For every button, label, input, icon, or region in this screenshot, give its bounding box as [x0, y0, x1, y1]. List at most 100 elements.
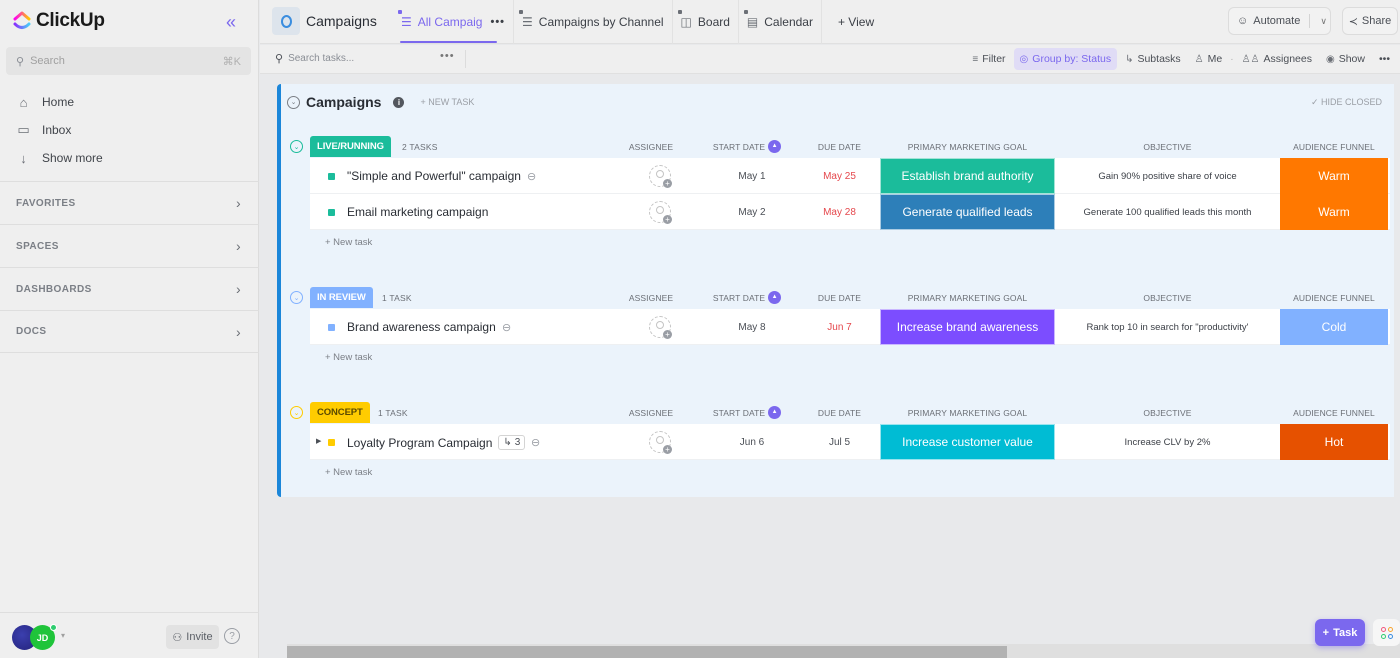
column-header-funnel[interactable]: AUDIENCE FUNNEL [1280, 142, 1388, 152]
new-task-button[interactable]: + New task [325, 352, 1394, 363]
collapse-group-icon[interactable]: ⌄ [290, 406, 303, 419]
task-row[interactable]: Email marketing campaign + May 2 May 28 … [310, 194, 1390, 230]
sidebar-section-favorites[interactable]: FAVORITES › [0, 181, 259, 224]
task-status-icon[interactable] [328, 209, 335, 216]
column-header-start-date[interactable]: START DATE ▲ [707, 290, 787, 304]
column-header-assignee[interactable]: ASSIGNEE [611, 408, 691, 418]
due-date[interactable]: Jun 7 [807, 309, 872, 345]
column-header-due-date[interactable]: DUE DATE [807, 293, 872, 303]
status-badge[interactable]: CONCEPT [310, 402, 370, 423]
marketing-goal-label[interactable]: Increase customer value [880, 424, 1055, 460]
column-header-assignee[interactable]: ASSIGNEE [611, 142, 691, 152]
sidebar-item-inbox[interactable]: ▭ Inbox [16, 116, 103, 144]
column-header-goal[interactable]: PRIMARY MARKETING GOAL [880, 293, 1055, 303]
chevron-down-icon[interactable]: ∨ [1320, 16, 1327, 27]
expand-subtasks-icon[interactable]: ▶ [316, 437, 321, 445]
sort-ascending-icon[interactable]: ▲ [768, 405, 782, 419]
audience-funnel-label[interactable]: Cold [1280, 309, 1388, 345]
tab-all-campaigns[interactable]: ☰ All Campaig ••• [393, 0, 515, 44]
tab-board[interactable]: ◫ Board [673, 0, 739, 44]
start-date[interactable]: May 8 [722, 309, 782, 345]
caret-down-icon[interactable]: ▾ [61, 631, 65, 640]
show-button[interactable]: ◉ Show [1320, 48, 1371, 70]
search-options-icon[interactable]: ••• [440, 50, 455, 62]
column-header-objective[interactable]: OBJECTIVE [1055, 142, 1280, 152]
task-name[interactable]: "Simple and Powerful" campaign ⊘ [347, 169, 539, 184]
collapse-list-icon[interactable]: ⌄ [287, 95, 300, 109]
status-badge[interactable]: LIVE/RUNNING [310, 136, 391, 157]
space-title[interactable]: Campaigns [306, 13, 377, 29]
me-filter-button[interactable]: ♙ Me [1189, 48, 1229, 70]
help-icon[interactable]: ? [224, 628, 240, 644]
apps-icon[interactable] [1373, 619, 1400, 646]
audience-funnel-label[interactable]: Warm [1280, 194, 1388, 230]
start-date[interactable]: May 1 [722, 158, 782, 194]
audience-funnel-label[interactable]: Warm [1280, 158, 1388, 194]
filter-button[interactable]: ≡ Filter [966, 48, 1011, 70]
sort-ascending-icon[interactable]: ▲ [768, 139, 782, 153]
space-icon[interactable] [272, 7, 300, 35]
sidebar-search[interactable]: ⚲ Search ⌘K [6, 47, 251, 75]
sidebar-item-home[interactable]: ⌂ Home [16, 88, 103, 116]
column-header-start-date[interactable]: START DATE ▲ [707, 139, 787, 153]
add-view-button[interactable]: + View [822, 15, 874, 29]
due-date[interactable]: May 28 [807, 194, 872, 230]
start-date[interactable]: Jun 6 [722, 424, 782, 460]
objective[interactable]: Rank top 10 in search for "productivity' [1055, 309, 1280, 345]
column-header-start-date[interactable]: START DATE ▲ [707, 405, 787, 419]
collapse-sidebar-icon[interactable]: « [226, 12, 236, 33]
task-name[interactable]: Brand awareness campaign ⊘ [347, 320, 514, 335]
sidebar-section-spaces[interactable]: SPACES › [0, 224, 259, 267]
column-header-objective[interactable]: OBJECTIVE [1055, 293, 1280, 303]
objective[interactable]: Gain 90% positive share of voice [1055, 158, 1280, 194]
column-header-due-date[interactable]: DUE DATE [807, 408, 872, 418]
column-header-funnel[interactable]: AUDIENCE FUNNEL [1280, 408, 1388, 418]
info-icon[interactable]: i [393, 96, 405, 108]
column-header-funnel[interactable]: AUDIENCE FUNNEL [1280, 293, 1388, 303]
subtask-count-badge[interactable]: ↳ 3 [498, 435, 526, 450]
group-by-button[interactable]: ◎ Group by: Status [1013, 48, 1118, 70]
sidebar-item-show-more[interactable]: ↓ Show more [16, 144, 102, 172]
new-task-button[interactable]: + New task [325, 467, 1394, 478]
add-assignee-icon[interactable]: + [649, 201, 672, 224]
objective[interactable]: Increase CLV by 2% [1055, 424, 1280, 460]
attachment-icon[interactable]: ⊘ [499, 319, 515, 335]
marketing-goal-label[interactable]: Establish brand authority [880, 158, 1055, 194]
marketing-goal-label[interactable]: Generate qualified leads [880, 194, 1055, 230]
sidebar-section-dashboards[interactable]: DASHBOARDS › [0, 267, 259, 310]
create-task-button[interactable]: + Task [1315, 619, 1365, 646]
due-date[interactable]: Jul 5 [807, 424, 872, 460]
task-row[interactable]: "Simple and Powerful" campaign ⊘ + May 1 … [310, 158, 1390, 194]
status-badge[interactable]: IN REVIEW [310, 287, 373, 308]
objective[interactable]: Generate 100 qualified leads this month [1055, 194, 1280, 230]
task-name[interactable]: Email marketing campaign [347, 205, 488, 219]
column-header-goal[interactable]: PRIMARY MARKETING GOAL [880, 408, 1055, 418]
horizontal-scrollbar[interactable] [287, 644, 1400, 658]
task-status-icon[interactable] [328, 439, 335, 446]
automate-button[interactable]: ☺ Automate ∨ [1228, 7, 1331, 35]
attachment-icon[interactable]: ⊘ [528, 435, 544, 450]
new-task-header-button[interactable]: + NEW TASK [420, 97, 474, 107]
column-header-due-date[interactable]: DUE DATE [807, 142, 872, 152]
task-status-icon[interactable] [328, 173, 335, 180]
tab-campaigns-by-channel[interactable]: ☰ Campaigns by Channel [514, 0, 673, 44]
add-assignee-icon[interactable]: + [649, 165, 672, 188]
toolbar-more-icon[interactable]: ••• [1373, 48, 1396, 70]
sidebar-section-docs[interactable]: DOCS › [0, 310, 259, 353]
clickup-logo[interactable]: ClickUp [12, 10, 105, 32]
task-name[interactable]: Loyalty Program Campaign ↳ 3 ⊘ [347, 435, 544, 450]
share-button[interactable]: ≺ Share [1342, 7, 1398, 35]
scrollbar-thumb[interactable] [287, 646, 1007, 658]
add-assignee-icon[interactable]: + [649, 431, 672, 454]
subtasks-button[interactable]: ↳ Subtasks [1119, 48, 1187, 70]
task-row[interactable]: ▶ Loyalty Program Campaign ↳ 3 ⊘ + Jun 6 Ju… [310, 424, 1390, 460]
start-date[interactable]: May 2 [722, 194, 782, 230]
collapse-group-icon[interactable]: ⌄ [290, 140, 303, 153]
hide-closed-toggle[interactable]: ✓ HIDE CLOSED [1311, 97, 1382, 108]
due-date[interactable]: May 25 [807, 158, 872, 194]
new-task-button[interactable]: + New task [325, 237, 1394, 248]
task-search-input[interactable]: ⚲ Search tasks... [275, 52, 354, 65]
task-status-icon[interactable] [328, 324, 335, 331]
tab-more-icon[interactable]: ••• [490, 16, 505, 28]
marketing-goal-label[interactable]: Increase brand awareness [880, 309, 1055, 345]
